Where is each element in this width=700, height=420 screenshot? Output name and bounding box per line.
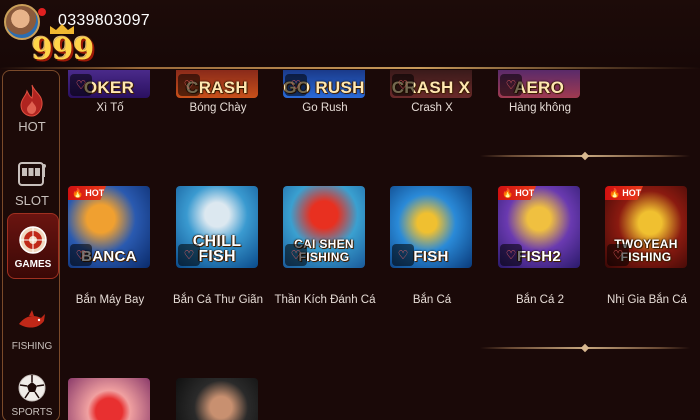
- sidebar-item-hot[interactable]: HOT: [3, 73, 61, 143]
- shark-icon: [15, 305, 49, 339]
- favorite-heart-icon[interactable]: ♡: [392, 244, 414, 266]
- game-label: Go Rush: [302, 102, 348, 114]
- game-card-go-rush[interactable]: GO RUSH ♡: [283, 70, 365, 98]
- sidebar-item-label: HOT: [18, 118, 46, 134]
- sidebar-item-label: SLOT: [15, 192, 49, 208]
- game-card-ban-ca[interactable]: FISH ♡: [390, 186, 472, 268]
- favorite-heart-icon[interactable]: ♡: [285, 74, 307, 96]
- game-card-ban-may-bay[interactable]: 🔥 HOT BANCA ♡: [68, 186, 150, 268]
- favorite-heart-icon[interactable]: ♡: [178, 244, 200, 266]
- game-label: Thần Kích Đánh Cá: [274, 294, 376, 306]
- game-label: Nhị Gia Bắn Cá: [607, 294, 687, 306]
- sidebar-item-label: SPORTS: [11, 406, 53, 418]
- flame-icon: 🔥: [609, 187, 621, 198]
- notification-dot: [38, 8, 46, 16]
- game-label: Bóng Chày: [189, 102, 247, 114]
- game-card-nhi-gia-ban-ca[interactable]: 🔥 HOT TWOYEAH FISHING ♡: [605, 186, 687, 268]
- game-label: Bắn Cá: [412, 294, 452, 306]
- flame-icon: 🔥: [72, 187, 84, 198]
- game-card-xi-to[interactable]: OKER ♡: [68, 70, 150, 98]
- game-label: Bắn Cá 2: [516, 294, 564, 306]
- sidebar-item-label: GAMES: [14, 258, 52, 270]
- sidebar-item-slot[interactable]: SLOT: [3, 147, 61, 217]
- favorite-heart-icon[interactable]: ♡: [178, 74, 200, 96]
- game-label: Bắn Cá Thư Giãn: [173, 294, 263, 306]
- game-card-live-dealer[interactable]: [176, 378, 258, 420]
- site-logo[interactable]: 999: [28, 28, 98, 70]
- game-label: Crash X: [411, 102, 453, 114]
- favorite-heart-icon[interactable]: ♡: [285, 244, 307, 266]
- hot-badge: 🔥 HOT: [68, 186, 106, 200]
- slot-machine-icon: [15, 157, 49, 191]
- game-label: Hàng không: [508, 102, 572, 114]
- game-card-bong-chay[interactable]: CRASH ♡: [176, 70, 258, 98]
- sidebar-item-sports[interactable]: SPORTS: [3, 359, 61, 420]
- hot-badge: 🔥 HOT: [605, 186, 643, 200]
- favorite-heart-icon[interactable]: ♡: [70, 74, 92, 96]
- flame-icon: [15, 83, 49, 117]
- sidebar-item-fishing[interactable]: FISHING: [3, 293, 61, 363]
- flame-icon: 🔥: [502, 187, 514, 198]
- favorite-heart-icon[interactable]: ♡: [500, 244, 522, 266]
- category-sidebar: HOT SLOT GAMES FISHING SPORTS: [2, 70, 60, 420]
- game-card-than-kich-danh-ca[interactable]: CAI SHEN FISHING ♡: [283, 186, 365, 268]
- game-card-crash-x[interactable]: CRASH X ♡: [390, 70, 472, 98]
- game-card-hang-khong[interactable]: AERO ♡: [498, 70, 580, 98]
- soccer-ball-icon: [15, 371, 49, 405]
- game-label: Bắn Máy Bay: [75, 294, 145, 306]
- section-divider: [480, 347, 690, 349]
- game-card-dice[interactable]: [68, 378, 150, 420]
- header-divider: [0, 67, 700, 69]
- top-bar: 0339803097 999: [0, 0, 700, 70]
- favorite-heart-icon[interactable]: ♡: [392, 74, 414, 96]
- game-card-ban-ca-thu-gian[interactable]: CHILL FISH ♡: [176, 186, 258, 268]
- favorite-heart-icon[interactable]: ♡: [607, 244, 629, 266]
- favorite-heart-icon[interactable]: ♡: [500, 74, 522, 96]
- roulette-icon: [16, 223, 50, 257]
- favorite-heart-icon[interactable]: ♡: [70, 244, 92, 266]
- game-card-ban-ca-2[interactable]: 🔥 HOT FISH2 ♡: [498, 186, 580, 268]
- sidebar-item-games[interactable]: GAMES: [7, 213, 59, 279]
- hot-badge: 🔥 HOT: [498, 186, 536, 200]
- section-divider: [480, 155, 690, 157]
- game-label: Xì Tố: [96, 102, 124, 114]
- sidebar-item-label: FISHING: [11, 340, 53, 352]
